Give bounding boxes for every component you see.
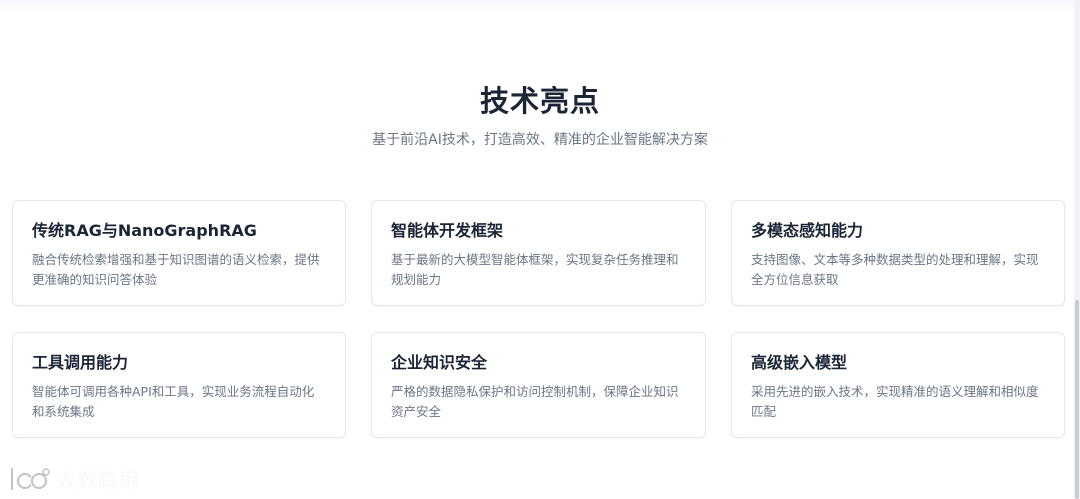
feature-card-description: 融合传统检索增强和基于知识图谱的语义检索，提供更准确的知识问答体验 [32,252,320,287]
feature-card-tool-calling: 工具调用能力 智能体可调用各种API和工具，实现业务流程自动化和系统集成 [12,332,346,438]
feature-card-title: 多模态感知能力 [751,221,864,240]
feature-card-description: 支持图像、文本等多种数据类型的处理和理解，实现全方位信息获取 [751,252,1039,287]
feature-card-rag: 传统RAG与NanoGraphRAG 融合传统检索增强和基于知识图谱的语义检索，… [12,200,346,306]
watermark: 大数跨境 [8,464,140,493]
feature-card-description: 严格的数据隐私保护和访问控制机制，保障企业知识资产安全 [391,384,679,419]
page: 技术亮点 基于前沿AI技术，打造高效、精准的企业智能解决方案 传统RAG与Nan… [0,0,1080,499]
top-band [0,0,1076,14]
feature-card-multimodal: 多模态感知能力 支持图像、文本等多种数据类型的处理和理解，实现全方位信息获取 [731,200,1065,306]
feature-card-description: 基于最新的大模型智能体框架，实现复杂任务推理和规划能力 [391,252,679,287]
feature-grid: 传统RAG与NanoGraphRAG 融合传统检索增强和基于知识图谱的语义检索，… [12,200,1065,438]
watermark-text: 大数跨境 [56,468,140,493]
feature-card-title: 高级嵌入模型 [751,353,848,372]
feature-card-agent-framework: 智能体开发框架 基于最新的大模型智能体框架，实现复杂任务推理和规划能力 [371,200,706,306]
feature-card-title: 传统RAG与NanoGraphRAG [32,221,257,240]
section-title: 技术亮点 [479,84,600,118]
feature-card-description: 智能体可调用各种API和工具，实现业务流程自动化和系统集成 [32,384,315,419]
feature-card-knowledge-security: 企业知识安全 严格的数据隐私保护和访问控制机制，保障企业知识资产安全 [371,332,706,438]
section-subtitle: 基于前沿AI技术，打造高效、精准的企业智能解决方案 [372,132,708,148]
feature-card-title: 企业知识安全 [391,353,488,372]
feature-card-description: 采用先进的嵌入技术，实现精准的语义理解和相似度匹配 [751,384,1039,419]
feature-card-embedding-model: 高级嵌入模型 采用先进的嵌入技术，实现精准的语义理解和相似度匹配 [731,332,1065,438]
feature-card-title: 智能体开发框架 [391,221,504,240]
feature-card-title: 工具调用能力 [32,353,129,372]
scrollbar-thumb[interactable] [1075,300,1079,499]
watermark-logo-icon [10,466,50,491]
vertical-scrollbar[interactable] [1074,0,1080,499]
